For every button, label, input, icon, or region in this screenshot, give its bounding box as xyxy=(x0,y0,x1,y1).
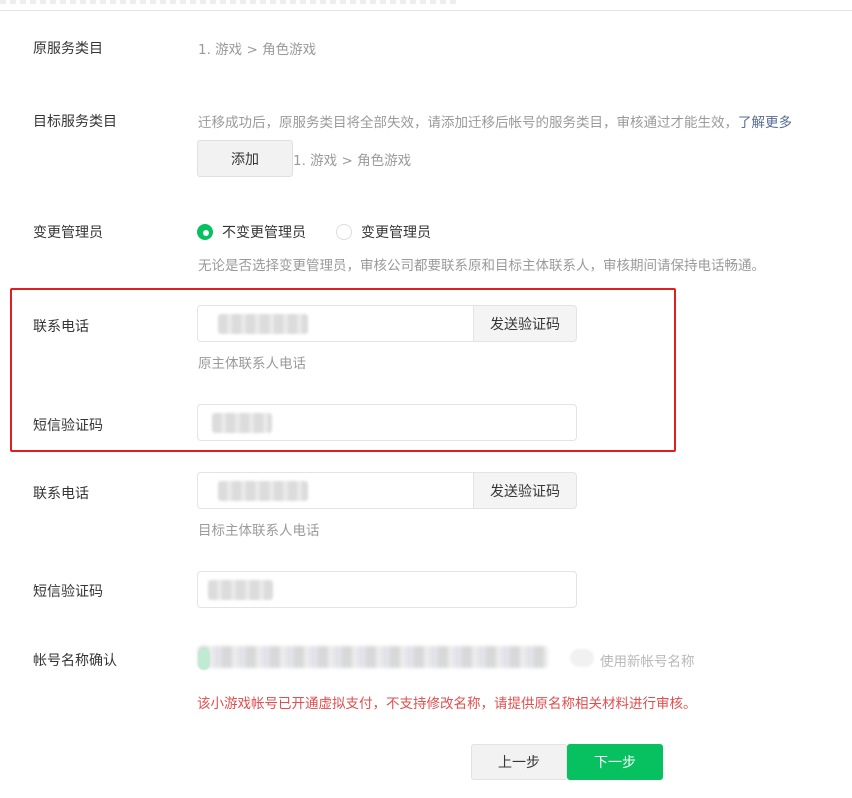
redacted-account-name-option[interactable] xyxy=(198,646,548,668)
original-phone-label: 联系电话 xyxy=(33,319,89,335)
top-strip xyxy=(0,0,852,11)
change-admin-label: 变更管理员 xyxy=(33,225,103,241)
radio-use-original-name[interactable] xyxy=(198,648,210,670)
radio-keep-admin[interactable] xyxy=(197,224,213,240)
original-phone-hint: 原主体联系人电话 xyxy=(198,356,306,372)
account-name-label: 帐号名称确认 xyxy=(33,653,117,669)
target-phone-hint: 目标主体联系人电话 xyxy=(198,523,320,539)
target-sms-input[interactable] xyxy=(197,571,577,608)
radio-change-admin-label[interactable]: 变更管理员 xyxy=(361,222,431,242)
radio-change-admin[interactable] xyxy=(336,224,352,240)
redacted-code xyxy=(208,580,273,600)
learn-more-link[interactable]: 了解更多 xyxy=(738,115,792,131)
target-category-hint: 迁移成功后，原服务类目将全部失效，请添加迁移后帐号的服务类目，审核通过才能生效， xyxy=(198,115,738,131)
target-category-label: 目标服务类目 xyxy=(33,114,117,130)
original-send-code-button[interactable]: 发送验证码 xyxy=(473,305,577,342)
scrolled-content-remnant xyxy=(0,0,460,4)
radio-keep-admin-label[interactable]: 不变更管理员 xyxy=(222,222,306,242)
change-admin-hint: 无论是否选择变更管理员，审核公司都要联系原和目标主体联系人，审核期间请保持电话畅… xyxy=(198,258,765,274)
original-sms-label: 短信验证码 xyxy=(33,418,103,434)
redacted-code xyxy=(212,413,272,433)
next-step-button[interactable]: 下一步 xyxy=(567,744,663,780)
original-sms-input[interactable] xyxy=(197,404,577,441)
original-category-label: 原服务类目 xyxy=(33,41,103,57)
original-category-value: 1. 游戏 > 角色游戏 xyxy=(198,42,317,58)
original-phone-input[interactable] xyxy=(197,305,474,342)
prev-step-button[interactable]: 上一步 xyxy=(471,744,567,780)
add-category-button[interactable]: 添加 xyxy=(197,140,293,177)
redacted-phone xyxy=(218,481,308,501)
target-category-hint-row: 迁移成功后，原服务类目将全部失效，请添加迁移后帐号的服务类目，审核通过才能生效，… xyxy=(198,111,792,131)
target-send-code-button[interactable]: 发送验证码 xyxy=(473,472,577,509)
target-phone-label: 联系电话 xyxy=(33,486,89,502)
target-sms-label: 短信验证码 xyxy=(33,584,103,600)
target-category-value: 1. 游戏 > 角色游戏 xyxy=(293,153,412,169)
radio-use-new-name[interactable] xyxy=(570,649,594,667)
virtual-payment-warning: 该小游戏帐号已开通虚拟支付，不支持修改名称，请提供原名称相关材料进行审核。 xyxy=(197,696,697,712)
redacted-phone xyxy=(218,314,308,334)
target-phone-input[interactable] xyxy=(197,472,474,509)
use-new-name-label[interactable]: 使用新帐号名称 xyxy=(600,650,695,670)
